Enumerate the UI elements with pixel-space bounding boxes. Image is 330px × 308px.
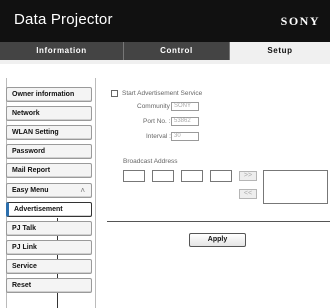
broadcast-address-label: Broadcast Address	[123, 158, 178, 165]
tab-information[interactable]: Information	[0, 42, 124, 60]
interval-label: Interval :	[146, 133, 171, 140]
sidebar-item-mail-report[interactable]: Mail Report	[6, 163, 92, 178]
app-title: Data Projector	[14, 11, 113, 28]
chevron-up-icon: ˄	[80, 186, 85, 195]
sidebar-item-easy-menu[interactable]: Easy Menu ˄	[6, 183, 92, 198]
broadcast-octet-1-input[interactable]	[123, 170, 145, 182]
broadcast-octet-2-input[interactable]	[152, 170, 174, 182]
tab-control[interactable]: Control	[124, 42, 230, 60]
start-service-checkbox[interactable]	[111, 90, 118, 97]
community-field[interactable]: SONY	[171, 102, 199, 111]
brand-logo: SONY	[280, 14, 320, 28]
sidebar-item-pj-link[interactable]: PJ Link	[6, 240, 92, 255]
sidebar-item-owner-information[interactable]: Owner information	[6, 87, 92, 102]
add-address-button[interactable]: >>	[239, 171, 257, 181]
tab-setup[interactable]: Setup	[230, 42, 330, 60]
sidebar-item-pj-talk[interactable]: PJ Talk	[6, 221, 92, 236]
app-header: Data Projector SONY	[0, 0, 330, 42]
sidebar-item-label: Easy Menu	[12, 187, 49, 194]
broadcast-octet-4-input[interactable]	[210, 170, 232, 182]
sidebar-item-wlan-setting[interactable]: WLAN Setting	[6, 125, 92, 140]
community-label: Community :	[137, 103, 174, 110]
tab-strip	[0, 60, 330, 64]
interval-field[interactable]: 30	[171, 132, 199, 141]
port-field[interactable]: 53862	[171, 117, 199, 126]
port-label: Port No. :	[143, 118, 171, 125]
broadcast-address-list[interactable]	[263, 170, 328, 204]
apply-button[interactable]: Apply	[189, 233, 246, 247]
remove-address-button[interactable]: <<	[239, 189, 257, 199]
start-service-label: Start Advertisement Service	[122, 90, 203, 97]
sidebar-item-reset[interactable]: Reset	[6, 278, 92, 293]
advertisement-panel: Start Advertisement Service Community : …	[107, 84, 330, 308]
sidebar-item-service[interactable]: Service	[6, 259, 92, 274]
sidebar-item-advertisement[interactable]: Advertisement	[6, 202, 92, 217]
broadcast-octet-3-input[interactable]	[181, 170, 203, 182]
tab-bar: Information Control Setup	[0, 42, 330, 60]
panel-divider	[107, 221, 330, 222]
sidebar-item-password[interactable]: Password	[6, 144, 92, 159]
sidebar-item-network[interactable]: Network	[6, 106, 92, 121]
